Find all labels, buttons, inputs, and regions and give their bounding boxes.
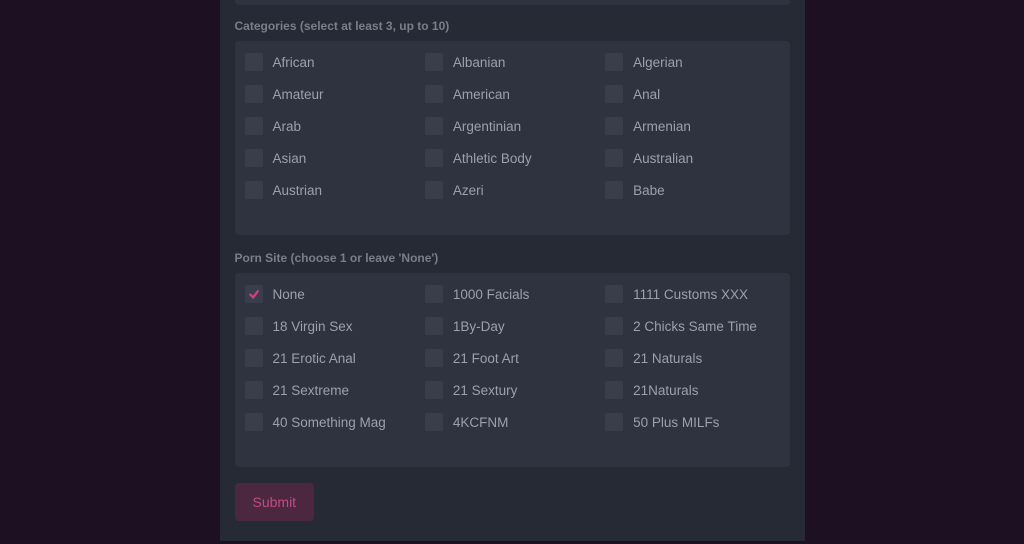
category-item-label: Arab — [273, 119, 302, 134]
category-item-label: Algerian — [633, 55, 683, 70]
site-checkbox[interactable] — [605, 349, 623, 367]
category-checkbox[interactable] — [425, 85, 443, 103]
site-checkbox[interactable] — [245, 317, 263, 335]
site-checkbox[interactable] — [245, 285, 263, 303]
site-item[interactable]: 21 Sextury — [425, 381, 599, 399]
site-item-label: 21 Erotic Anal — [273, 351, 356, 366]
site-checkbox[interactable] — [245, 349, 263, 367]
category-item-label: Armenian — [633, 119, 691, 134]
site-checkbox[interactable] — [605, 285, 623, 303]
site-checkbox[interactable] — [605, 413, 623, 431]
site-item[interactable]: 21 Sextreme — [245, 381, 419, 399]
category-item[interactable]: Australian — [605, 149, 779, 167]
category-item-label: Asian — [273, 151, 307, 166]
category-item-label: Amateur — [273, 87, 324, 102]
category-item-label: Argentinian — [453, 119, 521, 134]
category-item[interactable]: Asian — [245, 149, 419, 167]
category-checkbox[interactable] — [605, 53, 623, 71]
site-item-label: 40 Something Mag — [273, 415, 386, 430]
site-item-label: 21 Foot Art — [453, 351, 519, 366]
site-checkbox[interactable] — [245, 413, 263, 431]
site-item-label: 21 Naturals — [633, 351, 702, 366]
previous-section-spacer — [235, 0, 790, 5]
site-checkbox[interactable] — [425, 285, 443, 303]
site-item[interactable]: 2 Chicks Same Time — [605, 317, 779, 335]
site-item-label: 50 Plus MILFs — [633, 415, 719, 430]
site-checkbox[interactable] — [425, 349, 443, 367]
categories-box: African Albanian Algerian Amateur American An… — [235, 41, 790, 235]
site-item[interactable]: 21 Erotic Anal — [245, 349, 419, 367]
site-item[interactable]: 50 Plus MILFs — [605, 413, 779, 431]
site-checkbox[interactable] — [245, 381, 263, 399]
categories-label: Categories (select at least 3, up to 10) — [235, 19, 790, 33]
site-item-label: 21 Sextreme — [273, 383, 350, 398]
sites-label: Porn Site (choose 1 or leave 'None') — [235, 251, 790, 265]
site-item[interactable]: 1000 Facials — [425, 285, 599, 303]
site-item-label: 18 Virgin Sex — [273, 319, 353, 334]
category-checkbox[interactable] — [605, 181, 623, 199]
site-item[interactable]: None — [245, 285, 419, 303]
category-item-label: Austrian — [273, 183, 323, 198]
category-item[interactable]: Argentinian — [425, 117, 599, 135]
category-item[interactable]: Armenian — [605, 117, 779, 135]
site-item[interactable]: 18 Virgin Sex — [245, 317, 419, 335]
category-item-label: Anal — [633, 87, 660, 102]
site-item-label: 1111 Customs XXX — [633, 287, 748, 302]
category-checkbox[interactable] — [425, 181, 443, 199]
form-panel: Categories (select at least 3, up to 10)… — [220, 0, 805, 541]
site-checkbox[interactable] — [425, 317, 443, 335]
category-item-label: Azeri — [453, 183, 484, 198]
category-item[interactable]: Babe — [605, 181, 779, 199]
category-item-label: Albanian — [453, 55, 506, 70]
category-item[interactable]: Amateur — [245, 85, 419, 103]
category-item-label: American — [453, 87, 510, 102]
site-checkbox[interactable] — [425, 413, 443, 431]
sites-scroll[interactable]: None 1000 Facials 1111 Customs XXX 18 Virgi… — [245, 285, 780, 455]
category-item[interactable]: Austrian — [245, 181, 419, 199]
category-checkbox[interactable] — [605, 149, 623, 167]
category-checkbox[interactable] — [245, 181, 263, 199]
site-item-label: 1000 Facials — [453, 287, 530, 302]
site-item-label: 1By-Day — [453, 319, 505, 334]
category-item-label: Babe — [633, 183, 665, 198]
site-item[interactable]: 21 Foot Art — [425, 349, 599, 367]
site-item[interactable]: 1By-Day — [425, 317, 599, 335]
category-checkbox[interactable] — [245, 149, 263, 167]
site-checkbox[interactable] — [605, 381, 623, 399]
category-checkbox[interactable] — [425, 53, 443, 71]
category-item-label: African — [273, 55, 315, 70]
category-checkbox[interactable] — [245, 117, 263, 135]
site-item[interactable]: 21 Naturals — [605, 349, 779, 367]
category-checkbox[interactable] — [245, 85, 263, 103]
site-item-label: None — [273, 287, 305, 302]
category-checkbox[interactable] — [425, 149, 443, 167]
site-item-label: 21 Sextury — [453, 383, 518, 398]
site-item[interactable]: 4KCFNM — [425, 413, 599, 431]
category-item[interactable]: African — [245, 53, 419, 71]
site-item[interactable]: 1111 Customs XXX — [605, 285, 779, 303]
sites-box: None 1000 Facials 1111 Customs XXX 18 Virgi… — [235, 273, 790, 467]
site-item-label: 2 Chicks Same Time — [633, 319, 757, 334]
category-item[interactable]: Albanian — [425, 53, 599, 71]
category-item[interactable]: Azeri — [425, 181, 599, 199]
site-item[interactable]: 21Naturals — [605, 381, 779, 399]
categories-scroll[interactable]: African Albanian Algerian Amateur American An… — [245, 53, 780, 223]
category-item[interactable]: Algerian — [605, 53, 779, 71]
site-checkbox[interactable] — [605, 317, 623, 335]
category-item-label: Australian — [633, 151, 693, 166]
category-item[interactable]: Arab — [245, 117, 419, 135]
site-item-label: 21Naturals — [633, 383, 698, 398]
category-checkbox[interactable] — [425, 117, 443, 135]
category-item[interactable]: Athletic Body — [425, 149, 599, 167]
category-item[interactable]: American — [425, 85, 599, 103]
category-item[interactable]: Anal — [605, 85, 779, 103]
site-item-label: 4KCFNM — [453, 415, 509, 430]
site-item[interactable]: 40 Something Mag — [245, 413, 419, 431]
category-checkbox[interactable] — [605, 117, 623, 135]
category-checkbox[interactable] — [605, 85, 623, 103]
category-item-label: Athletic Body — [453, 151, 532, 166]
site-checkbox[interactable] — [425, 381, 443, 399]
submit-button[interactable]: Submit — [235, 483, 315, 521]
category-checkbox[interactable] — [245, 53, 263, 71]
